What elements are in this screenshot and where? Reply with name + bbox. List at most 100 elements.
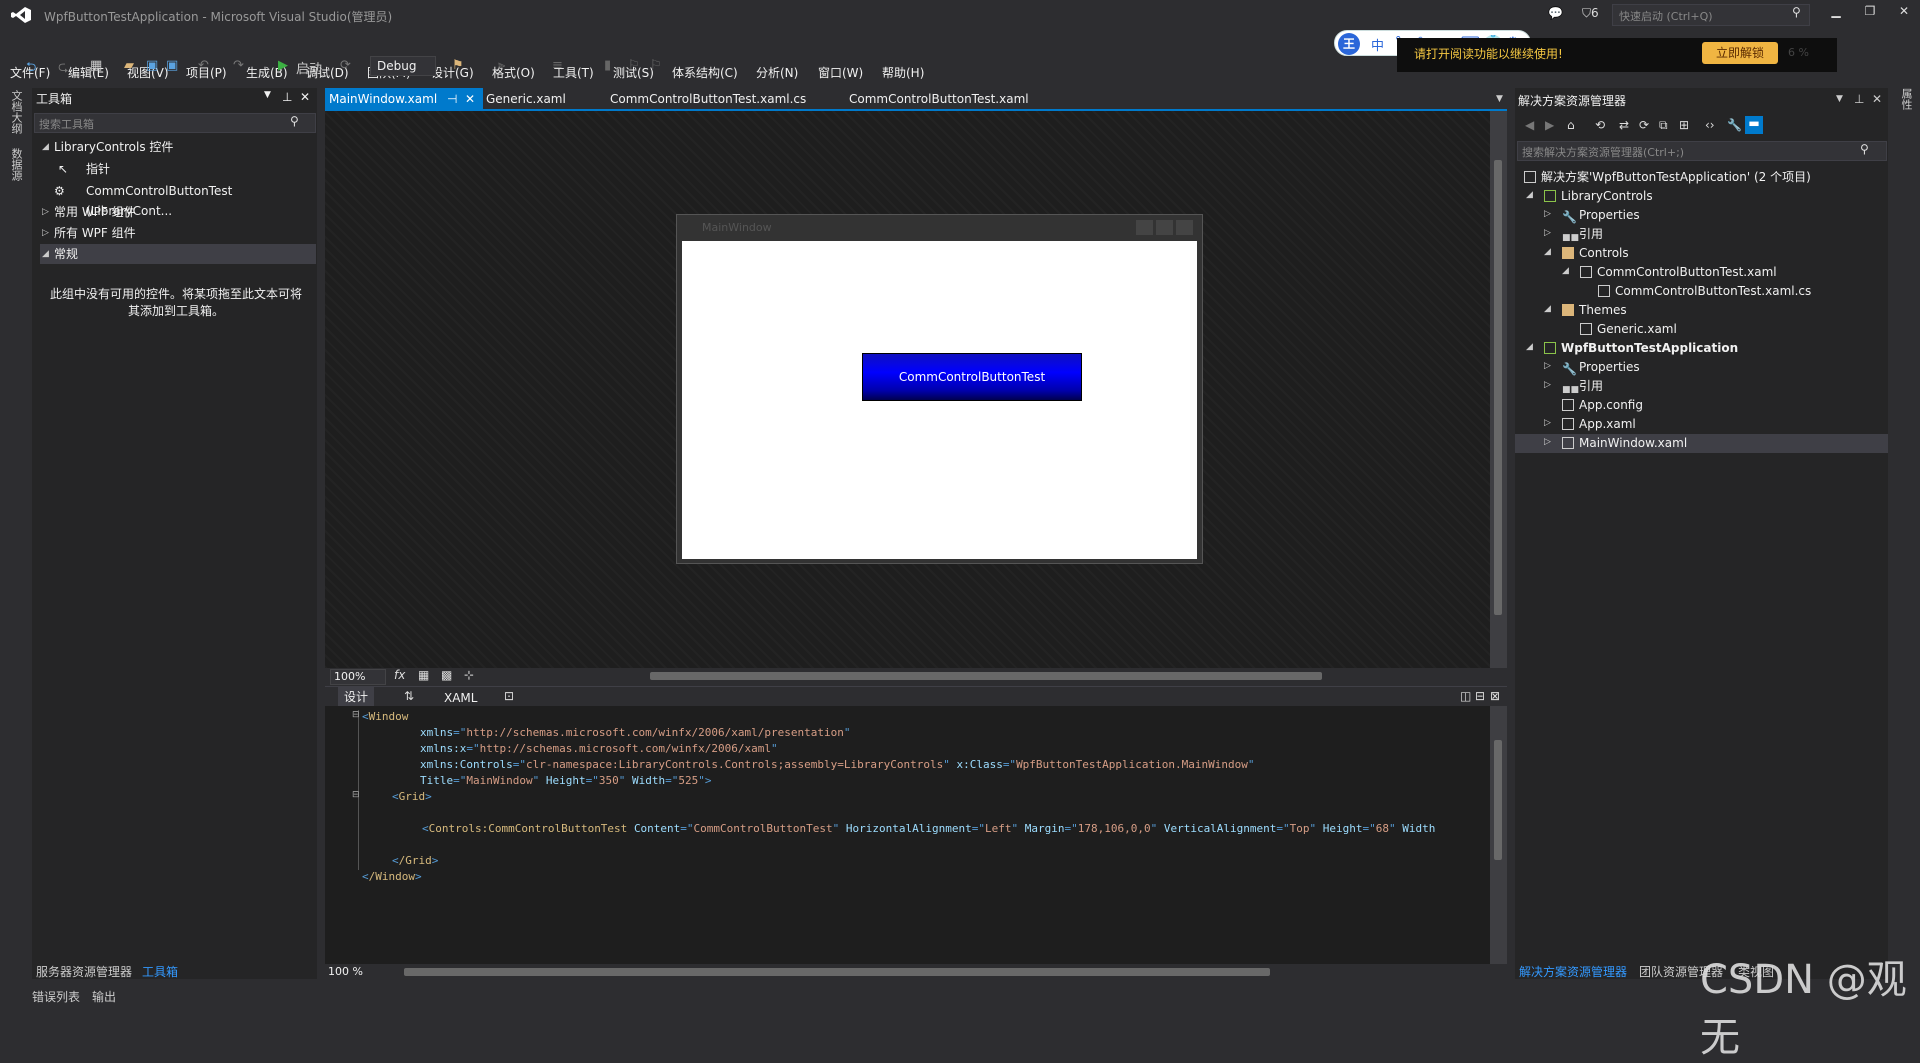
tree-wpfbuttontestapplication[interactable]: WpfButtonTestApplication — [1544, 339, 1738, 358]
notifications-icon[interactable]: ⛉6 — [1582, 6, 1599, 21]
collapse-pane-icon[interactable]: ⊠ — [1490, 689, 1500, 703]
tree-solution[interactable]: 解决方案'WpfButtonTestApplication' (2 个项目) — [1524, 168, 1811, 187]
server-explorer-tab[interactable]: 服务器资源管理器 — [36, 963, 132, 980]
error-list-tab[interactable]: 错误列表 — [32, 988, 80, 1005]
dropdown-icon[interactable]: ▼ — [264, 90, 271, 100]
align-icon[interactable]: ⫸ — [498, 58, 505, 73]
design-view-tab[interactable]: 设计 — [338, 687, 375, 706]
tree-mainwindow-xaml[interactable]: MainWindow.xaml — [1562, 434, 1687, 453]
scrollbar-thumb[interactable] — [1494, 160, 1502, 615]
horizontal-split-icon[interactable]: ⊟ — [1475, 689, 1485, 703]
refresh-icon[interactable]: ⟳ — [340, 58, 351, 73]
collapsed-arrow-icon[interactable]: ▷ — [1544, 209, 1551, 219]
save-all-icon[interactable]: ▣ — [166, 58, 178, 73]
tree-properties-2[interactable]: 🔧 Properties — [1562, 358, 1640, 377]
toolbox-group-common-wpf[interactable]: ▷ 常用 WPF 组件 — [40, 202, 316, 222]
refresh-icon[interactable]: ⟳ — [1639, 118, 1649, 132]
collapsed-arrow-icon[interactable]: ▷ — [1544, 418, 1551, 428]
pending-changes-icon[interactable]: ⟲ — [1595, 118, 1605, 132]
collapsed-arrow-icon[interactable]: ▷ — [1544, 228, 1551, 238]
toolbox-item-pointer[interactable]: ↖ 指针 — [40, 159, 316, 179]
find-in-files-icon[interactable]: ⚑ — [452, 58, 464, 73]
tree-references-2[interactable]: ■■引用 — [1562, 377, 1603, 396]
expanded-arrow-icon[interactable]: ◢ — [1544, 247, 1551, 257]
new-project-icon[interactable]: ▦ — [90, 58, 102, 73]
close-icon[interactable]: ✕ — [300, 90, 310, 104]
close-icon[interactable]: ✕ — [1872, 92, 1882, 106]
close-icon[interactable]: ✕ — [465, 88, 475, 110]
pin-icon[interactable]: ⊥ — [282, 90, 292, 104]
collapsed-arrow-icon[interactable]: ▷ — [1544, 380, 1551, 390]
snap-lines-icon[interactable]: ⊹ — [464, 668, 474, 682]
editor-horizontal-scrollbar[interactable] — [404, 968, 1270, 976]
configuration-select[interactable]: Debug — [370, 56, 436, 76]
collapsed-arrow-icon[interactable]: ▷ — [1544, 437, 1551, 447]
toolbox-group-all-wpf[interactable]: ▷ 所有 WPF 组件 — [40, 223, 316, 243]
toolbox-group-librarycontrols[interactable]: ◢ LibraryControls 控件 — [40, 137, 316, 157]
tree-librarycontrols[interactable]: LibraryControls — [1544, 187, 1653, 206]
expanded-arrow-icon[interactable]: ◢ — [1526, 342, 1533, 352]
dropdown-icon[interactable]: ▼ — [1836, 94, 1843, 104]
toolbox-search-input[interactable]: 搜索工具箱 — [34, 113, 316, 133]
tree-commcontrolbuttontest-xaml-cs[interactable]: CommControlButtonTest.xaml.cs — [1598, 282, 1811, 301]
designer-zoom-select[interactable]: 100% — [330, 669, 386, 685]
collapse-icon[interactable]: ⊟ — [352, 790, 360, 800]
toolbox-group-general[interactable]: ◢ 常规 — [40, 244, 316, 264]
redo-icon[interactable]: ↷ — [233, 58, 244, 73]
tree-generic-xaml[interactable]: Generic.xaml — [1580, 320, 1677, 339]
snap-grid-icon[interactable]: ▩ — [441, 668, 452, 682]
tab-commcontrolbuttontest-xaml[interactable]: CommControlButtonTest.xaml — [845, 88, 1033, 110]
unlock-button[interactable]: 立即解锁 — [1702, 42, 1778, 64]
sync-icon[interactable]: ⇄ — [1619, 118, 1629, 132]
designer-horizontal-scrollbar[interactable] — [650, 672, 1322, 680]
close-button[interactable]: ✕ — [1890, 4, 1918, 18]
back-icon[interactable]: ◀ — [1525, 118, 1534, 132]
xaml-view-tab[interactable]: XAML — [444, 691, 477, 705]
indent-icon[interactable]: ≡ — [552, 58, 563, 73]
swap-panes-icon[interactable]: ⇅ — [404, 689, 414, 703]
tree-references[interactable]: ■■引用 — [1562, 225, 1603, 244]
forward-icon[interactable]: ⮎ — [58, 58, 68, 80]
save-icon[interactable]: ▣ — [146, 58, 158, 73]
tree-commcontrolbuttontest-xaml[interactable]: CommControlButtonTest.xaml — [1580, 263, 1777, 282]
minimize-button[interactable]: ▁ — [1822, 4, 1850, 18]
home-icon[interactable]: ⌂ — [1567, 118, 1575, 132]
toolbox-item-commcontrolbuttontest[interactable]: ⚙ CommControlButtonTest (LibraryCont... — [40, 181, 316, 218]
feedback-icon[interactable]: 💬 — [1548, 6, 1563, 20]
tab-commcontrolbuttontest-xaml-cs[interactable]: CommControlButtonTest.xaml.cs — [606, 88, 810, 110]
quick-launch-input[interactable]: 快速启动 (Ctrl+Q) — [1612, 4, 1810, 26]
toolbox-tab[interactable]: 工具箱 — [142, 963, 178, 980]
pin-icon[interactable]: ⊣ — [447, 88, 457, 110]
tree-app-config[interactable]: App.config — [1562, 396, 1643, 415]
tree-controls-folder[interactable]: Controls — [1562, 244, 1629, 263]
bookmark-icon[interactable]: ▮ — [604, 58, 611, 73]
play-icon[interactable]: ▶ — [278, 58, 288, 73]
start-button[interactable]: 启动 — [296, 58, 322, 77]
bookmark-prev-icon[interactable]: ⚐ — [628, 58, 640, 73]
popup-xaml-icon[interactable]: ⊡ — [504, 689, 514, 703]
tree-app-xaml[interactable]: App.xaml — [1562, 415, 1636, 434]
editor-zoom-select[interactable]: 100 % — [328, 965, 363, 978]
vertical-split-icon[interactable]: ◫ — [1460, 689, 1471, 703]
comm-control-button[interactable]: CommControlButtonTest — [862, 353, 1082, 401]
collapse-all-icon[interactable]: ⧉ — [1659, 118, 1668, 133]
grid-icon[interactable]: ▦ — [418, 668, 429, 682]
tab-generic-xaml[interactable]: Generic.xaml — [482, 88, 570, 110]
ime-mode-toggle[interactable]: 中 — [1371, 35, 1384, 54]
data-sources-tab[interactable]: 数据源 — [8, 148, 24, 181]
tree-themes-folder[interactable]: Themes — [1562, 301, 1627, 320]
collapsed-arrow-icon[interactable]: ▷ — [1544, 361, 1551, 371]
back-icon[interactable]: ⮌ — [26, 58, 36, 80]
show-all-files-icon[interactable]: ⊞ — [1679, 118, 1689, 132]
solution-explorer-tab[interactable]: 解决方案资源管理器 — [1519, 963, 1627, 980]
undo-icon[interactable]: ↶ — [198, 58, 209, 73]
output-tab[interactable]: 输出 — [92, 988, 116, 1005]
properties-icon[interactable]: 🔧 — [1727, 118, 1742, 132]
restore-button[interactable]: ❐ — [1856, 4, 1884, 18]
formula-icon[interactable]: fx — [394, 668, 405, 682]
tab-overflow-dropdown-icon[interactable]: ▼ — [1496, 94, 1503, 104]
properties-side-tab[interactable]: 属性 — [1898, 88, 1914, 110]
solution-search-input[interactable]: 搜索解决方案资源管理器(Ctrl+;) — [1517, 141, 1887, 161]
tab-mainwindow-xaml[interactable]: MainWindow.xaml ⊣ ✕ — [325, 88, 483, 110]
document-outline-tab[interactable]: 文档大纲 — [8, 90, 24, 134]
